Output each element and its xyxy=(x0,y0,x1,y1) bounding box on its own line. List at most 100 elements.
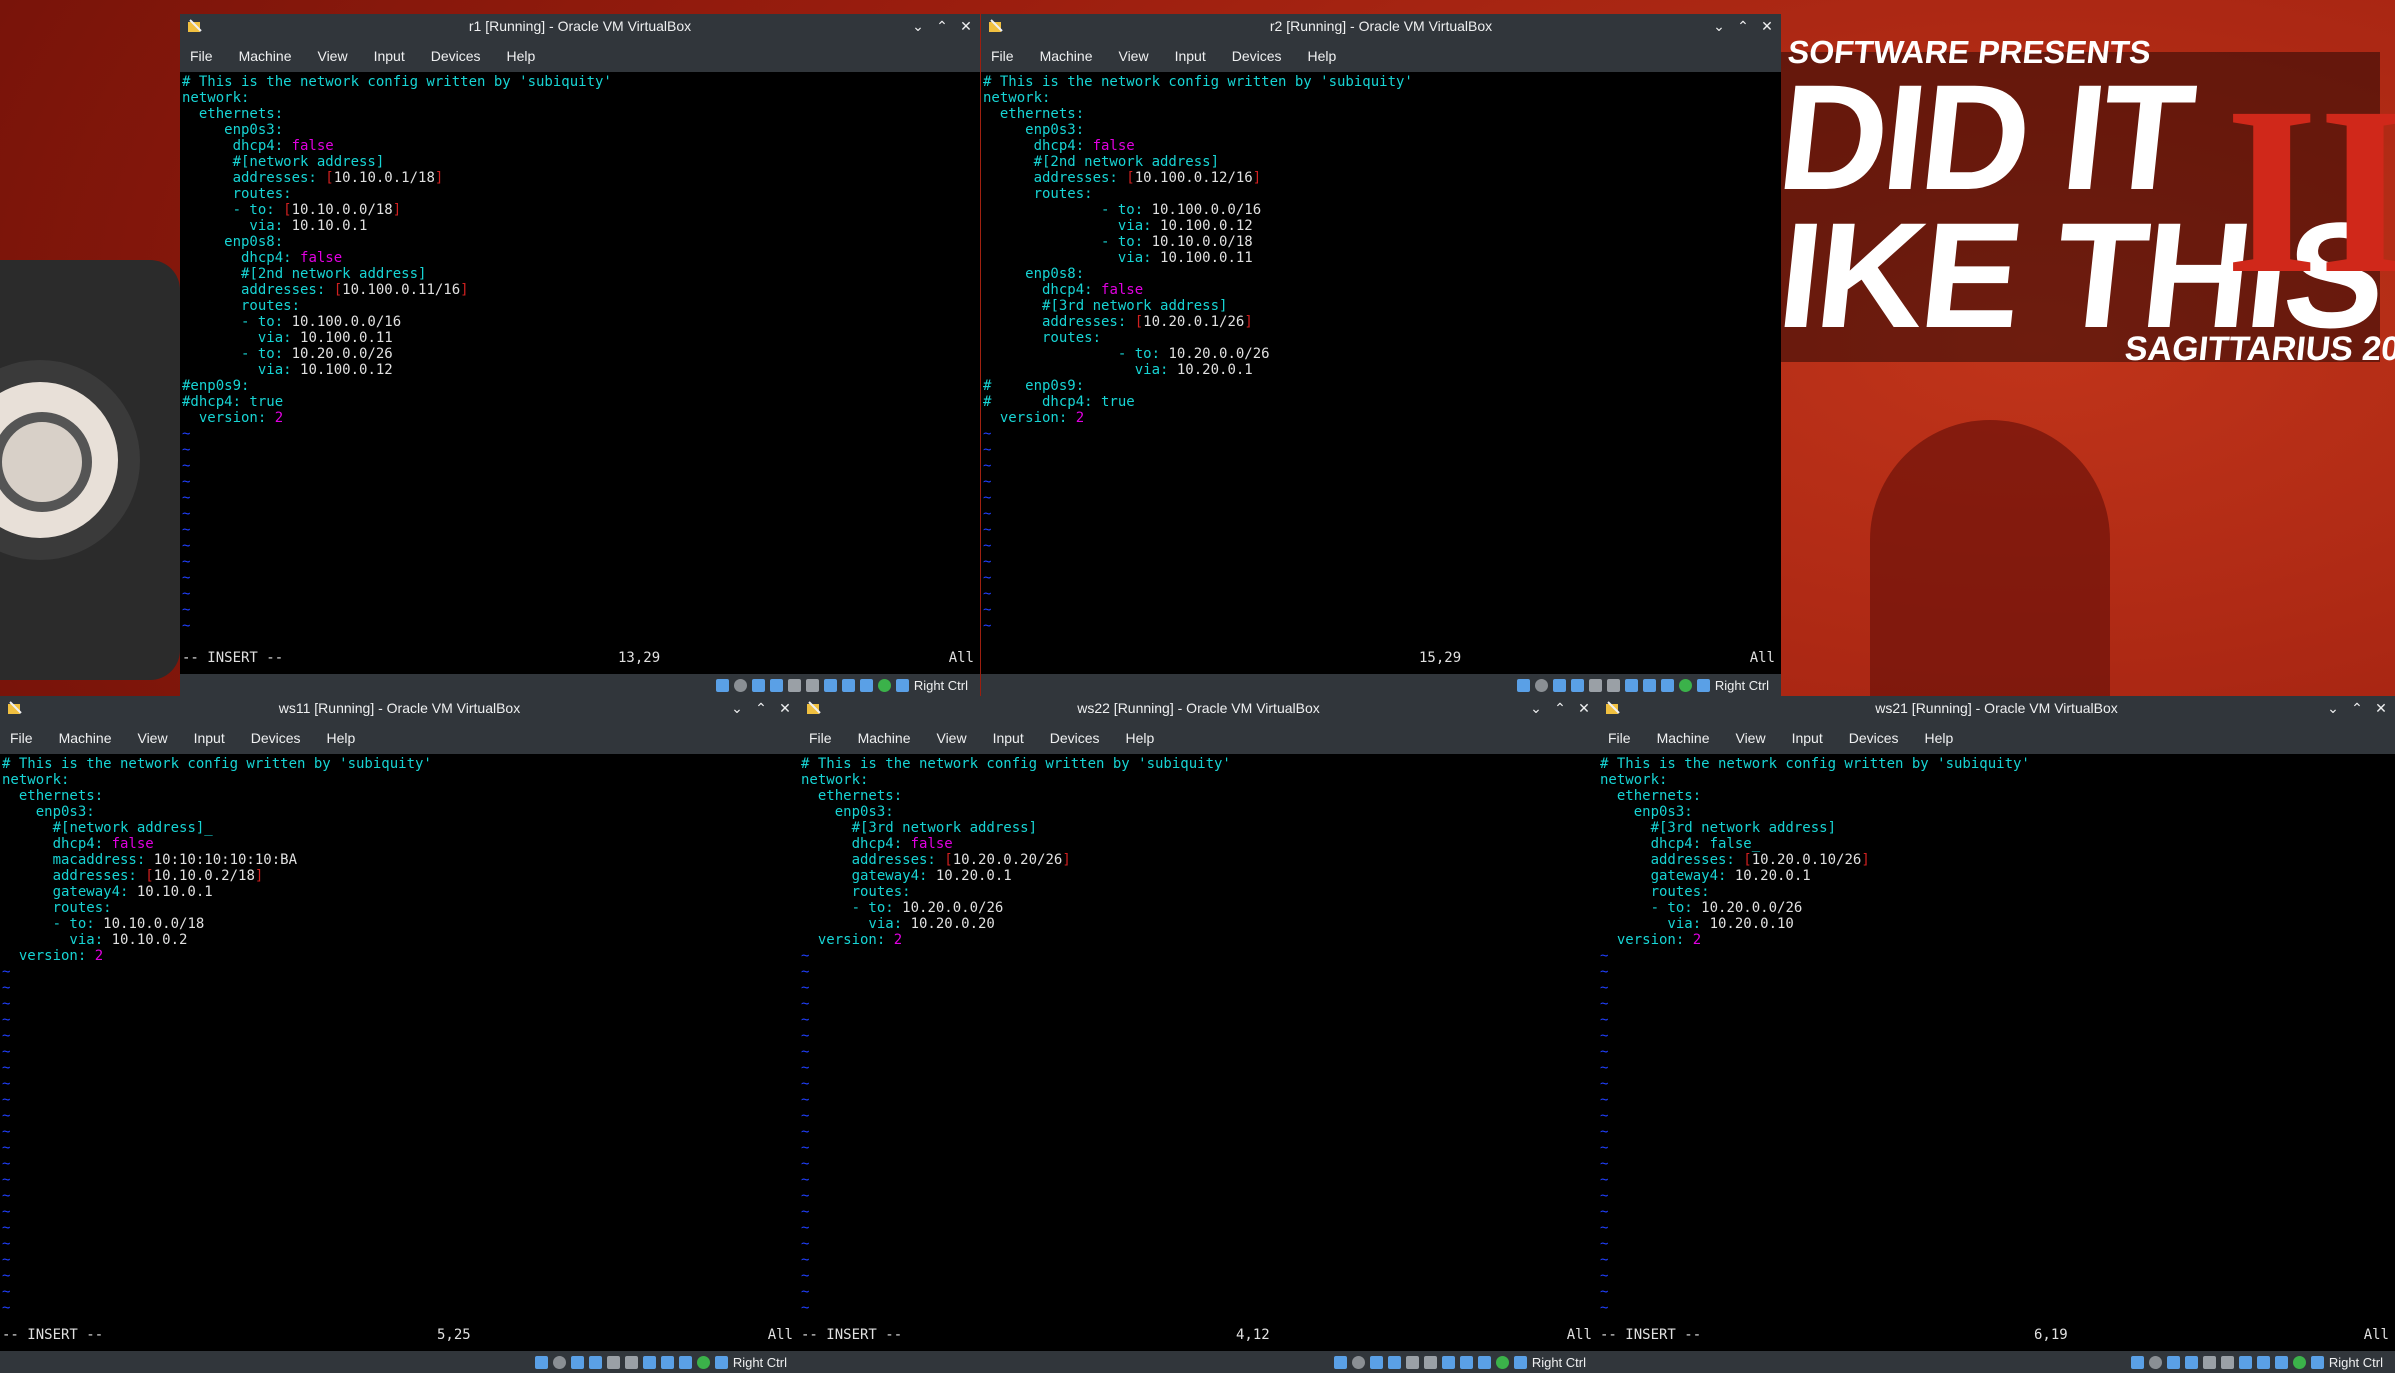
cpu-icon[interactable] xyxy=(678,1355,692,1369)
optical-drive-icon[interactable] xyxy=(1534,678,1548,692)
menu-help[interactable]: Help xyxy=(507,48,536,64)
close-icon[interactable]: ✕ xyxy=(1759,17,1775,35)
keyboard-capture-icon[interactable] xyxy=(895,678,909,692)
maximize-icon[interactable]: ⌃ xyxy=(753,699,769,717)
vm-terminal-screen[interactable]: # This is the network config written by … xyxy=(180,72,980,674)
vm-terminal-screen[interactable]: # This is the network config written by … xyxy=(981,72,1781,674)
vm-terminal-screen[interactable]: # This is the network config written by … xyxy=(0,754,799,1351)
audio-icon[interactable] xyxy=(1369,1355,1383,1369)
close-icon[interactable]: ✕ xyxy=(1576,699,1592,717)
network-icon[interactable] xyxy=(1387,1355,1401,1369)
display-icon[interactable] xyxy=(2238,1355,2252,1369)
maximize-icon[interactable]: ⌃ xyxy=(934,17,950,35)
network-icon[interactable] xyxy=(769,678,783,692)
menu-machine[interactable]: Machine xyxy=(1657,730,1710,746)
vm-window-ws11[interactable]: ws11 [Running] - Oracle VM VirtualBox ⌄ ⌃ ✕… xyxy=(0,696,799,1373)
keyboard-capture-icon[interactable] xyxy=(2310,1355,2324,1369)
cpu-icon[interactable] xyxy=(1660,678,1674,692)
minimize-icon[interactable]: ⌄ xyxy=(1711,17,1727,35)
audio-icon[interactable] xyxy=(2166,1355,2180,1369)
window-titlebar[interactable]: ws11 [Running] - Oracle VM VirtualBox ⌄ ⌃ ✕ xyxy=(0,696,799,722)
shared-folders-icon[interactable] xyxy=(624,1355,638,1369)
shared-folders-icon[interactable] xyxy=(1423,1355,1437,1369)
network-icon[interactable] xyxy=(2184,1355,2198,1369)
menu-view[interactable]: View xyxy=(137,730,167,746)
menu-input[interactable]: Input xyxy=(993,730,1024,746)
close-icon[interactable]: ✕ xyxy=(958,17,974,35)
minimize-icon[interactable]: ⌄ xyxy=(910,17,926,35)
menu-file[interactable]: File xyxy=(10,730,33,746)
menu-input[interactable]: Input xyxy=(1175,48,1206,64)
menu-devices[interactable]: Devices xyxy=(1050,730,1100,746)
mouse-integration-icon[interactable] xyxy=(1678,678,1692,692)
vm-window-ws22[interactable]: ws22 [Running] - Oracle VM VirtualBox ⌄ ⌃ ✕… xyxy=(799,696,1598,1373)
menu-devices[interactable]: Devices xyxy=(1849,730,1899,746)
video-capture-icon[interactable] xyxy=(2256,1355,2270,1369)
menu-help[interactable]: Help xyxy=(1126,730,1155,746)
usb-icon[interactable] xyxy=(606,1355,620,1369)
optical-drive-icon[interactable] xyxy=(2148,1355,2162,1369)
optical-drive-icon[interactable] xyxy=(1351,1355,1365,1369)
menu-file[interactable]: File xyxy=(190,48,213,64)
maximize-icon[interactable]: ⌃ xyxy=(2349,699,2365,717)
minimize-icon[interactable]: ⌄ xyxy=(2325,699,2341,717)
window-titlebar[interactable]: r1 [Running] - Oracle VM VirtualBox ⌄ ⌃ ✕ xyxy=(180,14,980,40)
menu-view[interactable]: View xyxy=(317,48,347,64)
optical-drive-icon[interactable] xyxy=(733,678,747,692)
mouse-integration-icon[interactable] xyxy=(877,678,891,692)
menu-view[interactable]: View xyxy=(936,730,966,746)
hard-disk-icon[interactable] xyxy=(1516,678,1530,692)
maximize-icon[interactable]: ⌃ xyxy=(1552,699,1568,717)
minimize-icon[interactable]: ⌄ xyxy=(729,699,745,717)
vm-window-r2[interactable]: r2 [Running] - Oracle VM VirtualBox ⌄ ⌃ ✕ Fi… xyxy=(981,14,1781,696)
display-icon[interactable] xyxy=(642,1355,656,1369)
menu-input[interactable]: Input xyxy=(194,730,225,746)
menu-view[interactable]: View xyxy=(1735,730,1765,746)
shared-folders-icon[interactable] xyxy=(1606,678,1620,692)
network-icon[interactable] xyxy=(588,1355,602,1369)
close-icon[interactable]: ✕ xyxy=(777,699,793,717)
maximize-icon[interactable]: ⌃ xyxy=(1735,17,1751,35)
menu-help[interactable]: Help xyxy=(1308,48,1337,64)
menu-input[interactable]: Input xyxy=(1792,730,1823,746)
shared-folders-icon[interactable] xyxy=(805,678,819,692)
keyboard-capture-icon[interactable] xyxy=(1696,678,1710,692)
hard-disk-icon[interactable] xyxy=(534,1355,548,1369)
video-capture-icon[interactable] xyxy=(841,678,855,692)
menu-machine[interactable]: Machine xyxy=(1040,48,1093,64)
audio-icon[interactable] xyxy=(1552,678,1566,692)
audio-icon[interactable] xyxy=(570,1355,584,1369)
minimize-icon[interactable]: ⌄ xyxy=(1528,699,1544,717)
menu-file[interactable]: File xyxy=(809,730,832,746)
mouse-integration-icon[interactable] xyxy=(1495,1355,1509,1369)
mouse-integration-icon[interactable] xyxy=(2292,1355,2306,1369)
window-titlebar[interactable]: ws21 [Running] - Oracle VM VirtualBox ⌄ ⌃ ✕ xyxy=(1598,696,2395,722)
menu-devices[interactable]: Devices xyxy=(1232,48,1282,64)
audio-icon[interactable] xyxy=(751,678,765,692)
shared-folders-icon[interactable] xyxy=(2220,1355,2234,1369)
cpu-icon[interactable] xyxy=(1477,1355,1491,1369)
close-icon[interactable]: ✕ xyxy=(2373,699,2389,717)
keyboard-capture-icon[interactable] xyxy=(1513,1355,1527,1369)
hard-disk-icon[interactable] xyxy=(715,678,729,692)
menu-devices[interactable]: Devices xyxy=(251,730,301,746)
menu-help[interactable]: Help xyxy=(327,730,356,746)
menu-machine[interactable]: Machine xyxy=(858,730,911,746)
vm-terminal-screen[interactable]: # This is the network config written by … xyxy=(799,754,1598,1351)
display-icon[interactable] xyxy=(1441,1355,1455,1369)
window-titlebar[interactable]: ws22 [Running] - Oracle VM VirtualBox ⌄ ⌃ ✕ xyxy=(799,696,1598,722)
display-icon[interactable] xyxy=(1624,678,1638,692)
hard-disk-icon[interactable] xyxy=(1333,1355,1347,1369)
menu-machine[interactable]: Machine xyxy=(59,730,112,746)
vm-window-ws21[interactable]: ws21 [Running] - Oracle VM VirtualBox ⌄ ⌃ ✕… xyxy=(1598,696,2395,1373)
video-capture-icon[interactable] xyxy=(1642,678,1656,692)
hard-disk-icon[interactable] xyxy=(2130,1355,2144,1369)
window-titlebar[interactable]: r2 [Running] - Oracle VM VirtualBox ⌄ ⌃ ✕ xyxy=(981,14,1781,40)
video-capture-icon[interactable] xyxy=(1459,1355,1473,1369)
cpu-icon[interactable] xyxy=(859,678,873,692)
usb-icon[interactable] xyxy=(787,678,801,692)
mouse-integration-icon[interactable] xyxy=(696,1355,710,1369)
usb-icon[interactable] xyxy=(1588,678,1602,692)
display-icon[interactable] xyxy=(823,678,837,692)
menu-view[interactable]: View xyxy=(1118,48,1148,64)
